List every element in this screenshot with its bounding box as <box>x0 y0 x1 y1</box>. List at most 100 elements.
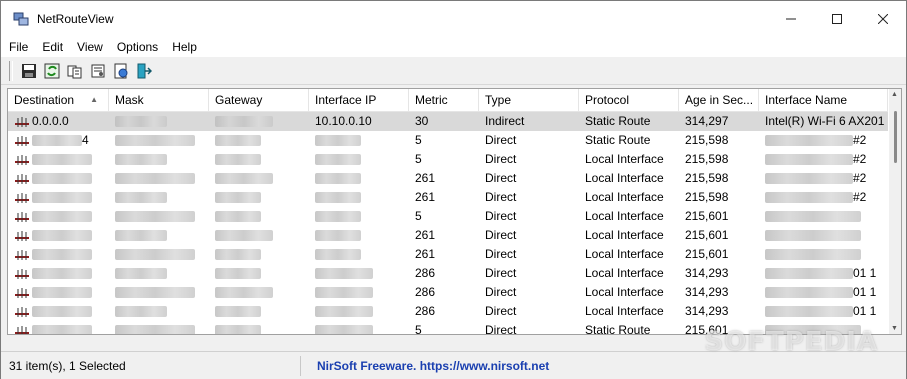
cell-interface-name: 01 1 <box>759 264 888 283</box>
column-header-destination[interactable]: Destination ▲ <box>8 89 109 111</box>
cell-destination <box>8 207 109 226</box>
html-report-icon <box>114 63 128 79</box>
close-button[interactable] <box>860 1 906 37</box>
cell-destination <box>8 264 109 283</box>
cell-interface-ip <box>309 169 409 188</box>
cell-metric: 261 <box>415 171 436 185</box>
cell-metric: 5 <box>415 133 422 147</box>
table-row[interactable]: 0.0.0.0 10.10.0.10 30 Indirect Static Route 3… <box>8 112 888 131</box>
menu-options[interactable]: Options <box>111 40 164 54</box>
sort-ascending-icon: ▲ <box>90 95 98 104</box>
column-header-gateway[interactable]: Gateway <box>209 89 309 111</box>
redacted-value <box>215 325 261 334</box>
table-row[interactable]: 5 Direct Local Interface 215,601 <box>8 207 888 226</box>
title-bar[interactable]: NetRouteView <box>1 1 906 37</box>
table-row[interactable]: 286 Direct Local Interface 314,293 01 1 <box>8 283 888 302</box>
cell-destination <box>8 302 109 321</box>
network-route-icon <box>14 286 30 300</box>
cell-gateway <box>209 188 309 207</box>
cell-metric: 30 <box>415 114 429 128</box>
column-header-interface-name[interactable]: Interface Name <box>759 89 888 111</box>
redacted-value <box>115 306 167 318</box>
menu-edit[interactable]: Edit <box>36 40 69 54</box>
column-header-mask[interactable]: Mask <box>109 89 209 111</box>
cell-mask <box>109 131 209 150</box>
column-header-metric[interactable]: Metric <box>409 89 479 111</box>
column-header-age[interactable]: Age in Sec... <box>679 89 759 111</box>
cell-mask <box>109 112 209 131</box>
table-row[interactable]: 5 Direct Local Interface 215,598 #2 <box>8 150 888 169</box>
app-icon <box>13 11 29 27</box>
scroll-thumb[interactable] <box>894 111 897 163</box>
cell-mask <box>109 226 209 245</box>
cell-type: Direct <box>485 133 517 147</box>
html-report-button[interactable] <box>111 61 131 81</box>
cell-gateway <box>209 245 309 264</box>
network-route-icon <box>14 324 30 334</box>
cell-age: 215,598 <box>685 152 729 166</box>
table-row[interactable]: 286 Direct Local Interface 314,293 01 1 <box>8 264 888 283</box>
redacted-value <box>215 249 261 261</box>
cell-protocol: Local Interface <box>585 152 664 166</box>
exit-button[interactable] <box>134 61 154 81</box>
redacted-value <box>765 211 861 223</box>
table-row[interactable]: 261 Direct Local Interface 215,598 #2 <box>8 169 888 188</box>
table-row[interactable]: 4 5 Direct Static Route 215,598 #2 <box>8 131 888 150</box>
cell-type: Direct <box>485 209 517 223</box>
menu-bar: File Edit View Options Help <box>1 37 906 57</box>
redacted-value <box>215 154 261 166</box>
cell-age: 215,601 <box>685 228 729 242</box>
redacted-value <box>215 268 261 280</box>
window-controls <box>768 1 906 37</box>
table-row[interactable]: 261 Direct Local Interface 215,601 <box>8 226 888 245</box>
redacted-value <box>32 154 92 166</box>
table-row[interactable]: 261 Direct Local Interface 215,598 #2 <box>8 188 888 207</box>
exit-icon <box>137 63 152 79</box>
minimize-button[interactable] <box>768 1 814 37</box>
menu-help[interactable]: Help <box>166 40 203 54</box>
column-header-type[interactable]: Type <box>479 89 579 111</box>
redacted-value <box>315 211 361 223</box>
cell-metric: 5 <box>415 152 422 166</box>
cell-age: 215,598 <box>685 190 729 204</box>
menu-file[interactable]: File <box>3 40 34 54</box>
network-route-icon <box>14 115 30 129</box>
table-row[interactable]: 286 Direct Local Interface 314,293 01 1 <box>8 302 888 321</box>
refresh-button[interactable] <box>42 61 62 81</box>
save-button[interactable] <box>19 61 39 81</box>
column-header-protocol[interactable]: Protocol <box>579 89 679 111</box>
vertical-scrollbar[interactable]: ▲ ▼ <box>889 89 901 334</box>
cell-interface-name <box>759 207 888 226</box>
cell-protocol: Local Interface <box>585 266 664 280</box>
maximize-button[interactable] <box>814 1 860 37</box>
toolbar <box>1 58 906 85</box>
column-header-interface-ip[interactable]: Interface IP <box>309 89 409 111</box>
scroll-down-icon[interactable]: ▼ <box>891 325 898 332</box>
network-route-icon <box>14 191 30 205</box>
copy-button[interactable] <box>65 61 85 81</box>
cell-type: Direct <box>485 304 517 318</box>
cell-interface-ip <box>309 264 409 283</box>
properties-button[interactable] <box>88 61 108 81</box>
cell-type: Direct <box>485 190 517 204</box>
scroll-up-icon[interactable]: ▲ <box>891 91 898 98</box>
route-list[interactable]: Destination ▲ Mask Gateway Interface IP … <box>7 88 902 335</box>
minimize-icon <box>786 18 796 20</box>
nirsoft-link[interactable]: NirSoft Freeware. https://www.nirsoft.ne… <box>301 359 549 373</box>
redacted-value <box>215 173 273 185</box>
cell-gateway <box>209 226 309 245</box>
app-window: NetRouteView File Edit View Options Help <box>0 0 907 379</box>
table-row[interactable]: 261 Direct Local Interface 215,601 <box>8 245 888 264</box>
redacted-value <box>765 154 853 166</box>
route-rows: 0.0.0.0 10.10.0.10 30 Indirect Static Route 3… <box>8 112 888 334</box>
redacted-value <box>215 192 261 204</box>
cell-metric: 261 <box>415 190 436 204</box>
redacted-value <box>315 135 361 147</box>
cell-protocol: Local Interface <box>585 190 664 204</box>
redacted-value <box>765 306 853 318</box>
cell-age: 314,297 <box>685 114 729 128</box>
cell-protocol: Local Interface <box>585 247 664 261</box>
menu-view[interactable]: View <box>71 40 109 54</box>
cell-interface-ip <box>309 131 409 150</box>
cell-mask <box>109 264 209 283</box>
